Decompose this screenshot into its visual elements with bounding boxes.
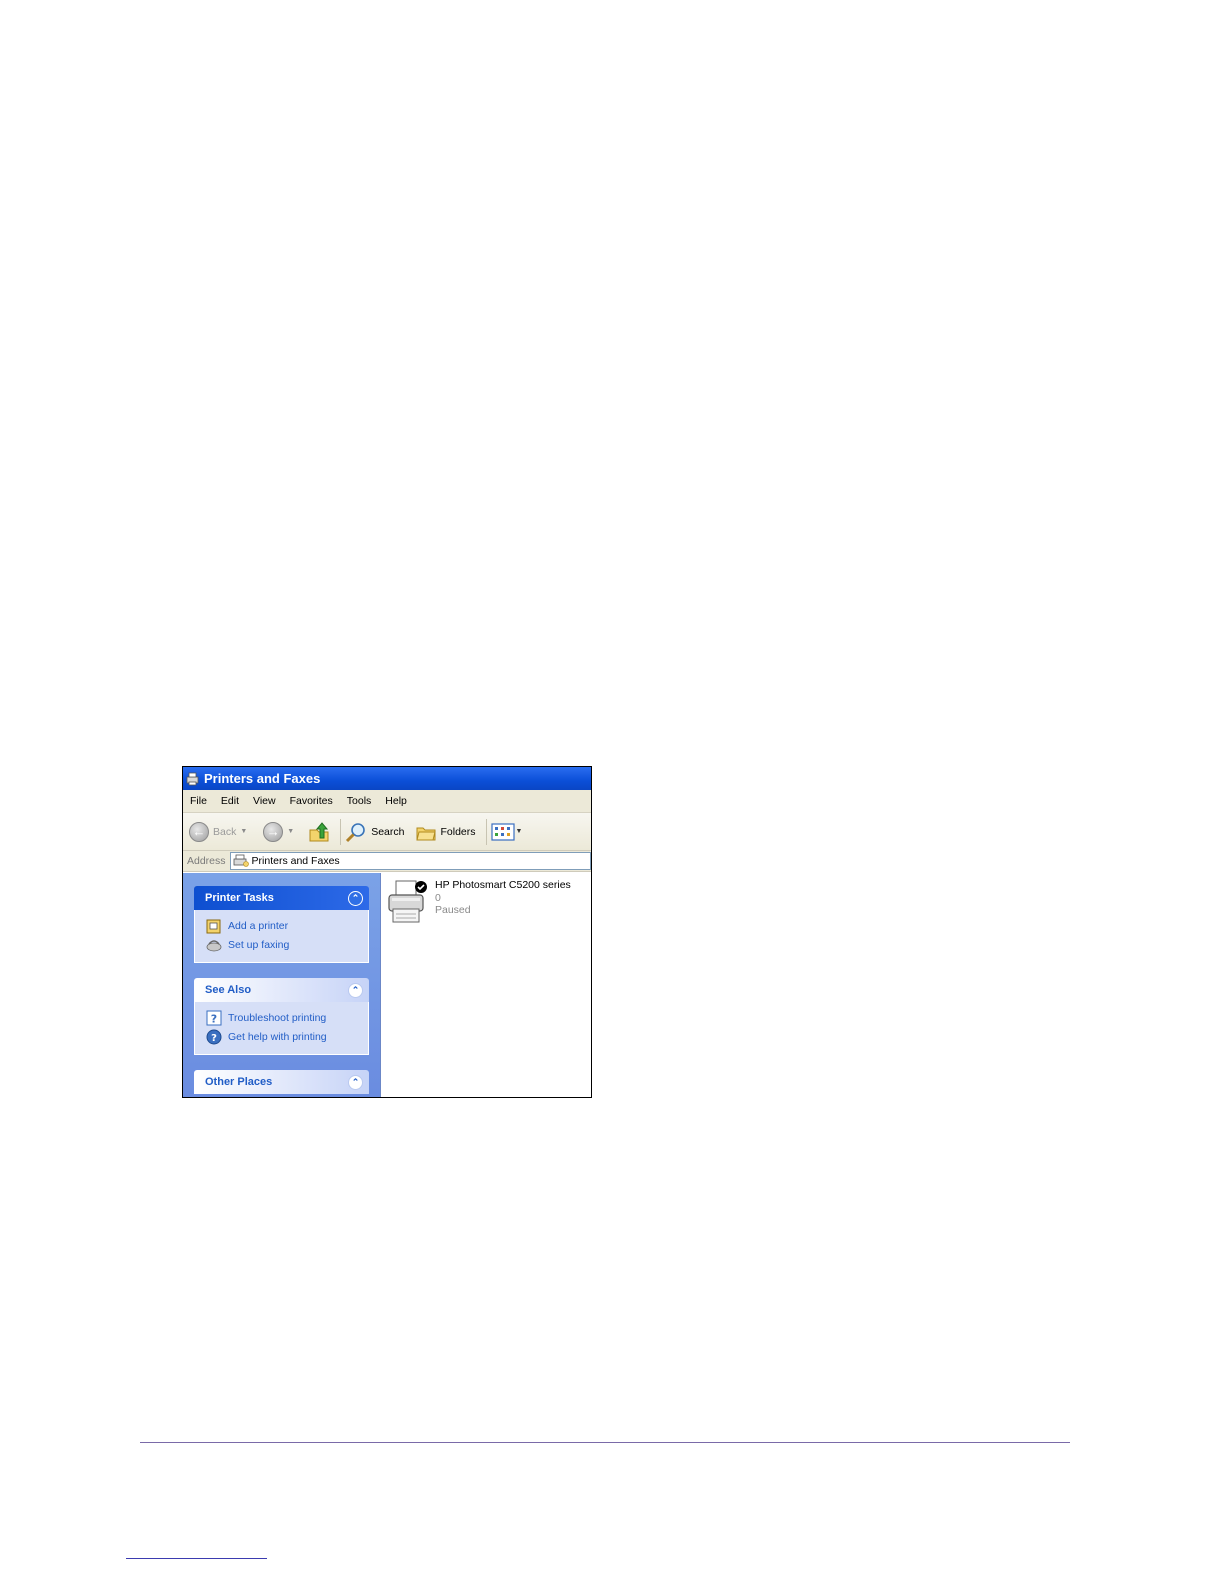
menu-favorites[interactable]: Favorites [283, 795, 340, 807]
collapse-chevron-icon[interactable]: ⌃ [348, 982, 363, 998]
printer-list: HP Photosmart C5200 series 0 Paused [381, 873, 591, 1097]
get-help-printing-label: Get help with printing [228, 1030, 327, 1043]
other-places-panel: Other Places ⌃ [194, 1070, 369, 1094]
printer-item[interactable]: HP Photosmart C5200 series 0 Paused [387, 879, 571, 925]
menu-bar: File Edit View Favorites Tools Help [183, 790, 591, 813]
troubleshoot-printing-link[interactable]: ? Troubleshoot printing [206, 1008, 368, 1027]
forward-dropdown-icon[interactable]: ▼ [287, 828, 294, 835]
views-icon [490, 822, 515, 841]
troubleshoot-printing-label: Troubleshoot printing [228, 1011, 327, 1024]
fax-icon [206, 939, 222, 951]
footer-link-underline [126, 1558, 267, 1559]
help-question-icon: ? [206, 1010, 222, 1025]
toolbar-separator [485, 818, 487, 845]
folders-button[interactable]: Folders [415, 821, 476, 843]
printer-name: HP Photosmart C5200 series [435, 879, 571, 891]
address-value: Printers and Faxes [251, 855, 340, 867]
printer-status: Paused [435, 904, 471, 916]
menu-file[interactable]: File [183, 795, 214, 807]
window-title: Printers and Faxes [204, 771, 321, 786]
printer-document-count: 0 [435, 891, 441, 904]
page-footer-rule [140, 1442, 1070, 1443]
back-dropdown-icon[interactable]: ▼ [240, 828, 247, 835]
task-pane: Printer Tasks ⌃ Add a printer Set up fax… [183, 873, 381, 1097]
add-printer-icon [206, 919, 221, 933]
add-printer-link[interactable]: Add a printer [206, 916, 368, 935]
svg-text:?: ? [211, 1033, 217, 1044]
see-also-title: See Also [205, 984, 252, 996]
see-also-header[interactable]: See Also ⌃ [194, 978, 369, 1002]
views-dropdown-icon[interactable]: ▼ [516, 828, 523, 835]
back-arrow-icon: ← [189, 821, 209, 842]
set-up-faxing-label: Set up faxing [228, 938, 290, 951]
collapse-chevron-icon[interactable]: ⌃ [348, 890, 363, 906]
back-button[interactable]: ← Back ▼ [189, 821, 247, 842]
toolbar-separator [340, 818, 342, 845]
svg-text:?: ? [211, 1012, 217, 1025]
set-up-faxing-link[interactable]: Set up faxing [206, 935, 368, 954]
printer-tasks-body: Add a printer Set up faxing [194, 910, 369, 963]
address-label: Address [187, 855, 226, 867]
forward-button[interactable]: → ▼ [263, 821, 294, 842]
back-label: Back [213, 825, 237, 838]
forward-arrow-icon: → [263, 821, 284, 842]
up-folder-button[interactable] [308, 821, 330, 843]
search-icon [346, 822, 366, 842]
printer-details: HP Photosmart C5200 series 0 Paused [435, 879, 571, 925]
printer-tasks-panel: Printer Tasks ⌃ Add a printer Set up fax… [194, 886, 369, 963]
menu-view[interactable]: View [246, 795, 283, 807]
printer-icon [388, 880, 427, 923]
folders-icon [415, 827, 436, 840]
see-also-panel: See Also ⌃ ? Troubleshoot printing ? Get… [194, 978, 369, 1055]
up-folder-icon [309, 821, 329, 841]
printer-tasks-title: Printer Tasks [205, 892, 274, 904]
get-help-printing-link[interactable]: ? Get help with printing [206, 1027, 368, 1046]
printers-folder-icon [186, 772, 199, 785]
address-bar: Address Printers and Faxes [183, 851, 591, 872]
menu-tools[interactable]: Tools [340, 795, 379, 807]
collapse-chevron-icon[interactable]: ⌃ [348, 1074, 363, 1090]
views-button[interactable]: ▼ [490, 822, 523, 841]
see-also-body: ? Troubleshoot printing ? Get help with … [194, 1002, 369, 1055]
search-button[interactable]: Search [345, 821, 405, 843]
printers-folder-icon [233, 854, 249, 867]
other-places-title: Other Places [205, 1076, 273, 1088]
other-places-header[interactable]: Other Places ⌃ [194, 1070, 369, 1094]
menu-help[interactable]: Help [378, 795, 414, 807]
printer-tasks-header[interactable]: Printer Tasks ⌃ [194, 886, 369, 910]
menu-edit[interactable]: Edit [214, 795, 246, 807]
add-printer-label: Add a printer [228, 919, 289, 932]
help-circle-icon: ? [206, 1029, 222, 1044]
printers-and-faxes-window: Printers and Faxes File Edit View Favori… [182, 766, 592, 1098]
address-field[interactable]: Printers and Faxes [229, 852, 591, 870]
search-label: Search [371, 825, 405, 838]
folders-label: Folders [440, 825, 476, 838]
title-bar[interactable]: Printers and Faxes [183, 767, 591, 790]
explorer-body: Printer Tasks ⌃ Add a printer Set up fax… [183, 873, 591, 1097]
toolbar: ← Back ▼ → ▼ Search Folders ▼ [183, 813, 591, 851]
